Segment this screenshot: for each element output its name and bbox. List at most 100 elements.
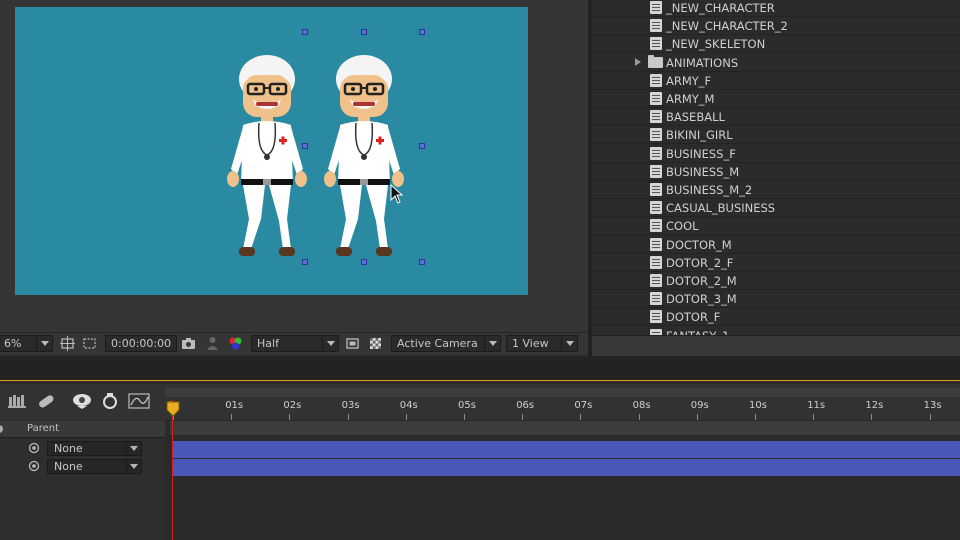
transform-handle-middle-left[interactable] (302, 143, 308, 149)
project-item-label: ANIMATIONS (666, 55, 739, 70)
parent-dropdown[interactable]: None (47, 441, 142, 456)
current-time-indicator-line[interactable] (172, 400, 173, 540)
show-snapshot-icon[interactable] (205, 336, 220, 351)
work-area-bar[interactable] (170, 421, 960, 435)
camera-snapshot-icon[interactable] (181, 336, 196, 351)
frame-blending-icon[interactable] (101, 392, 119, 410)
doctor-character-right[interactable] (318, 51, 410, 261)
project-item-label: COOL (666, 219, 699, 234)
project-item[interactable]: DOTOR_F (592, 308, 960, 327)
project-item-label: DOTOR_3_M (666, 292, 737, 307)
viewer-toolbar: 6% 0:00:00:00 Half Active Camera 1 View (0, 332, 590, 355)
project-item-label: DOTOR_F (666, 310, 721, 325)
composition-icon (650, 110, 662, 124)
composition-icon (650, 237, 662, 251)
composition-icon (650, 219, 662, 233)
project-item[interactable]: ARMY_M (592, 90, 960, 108)
region-of-interest-icon[interactable] (60, 336, 75, 351)
transform-handle-bottom-left[interactable] (302, 259, 308, 265)
composition-icon (650, 92, 662, 105)
pick-whip-icon[interactable] (28, 442, 40, 454)
timeline-tracks[interactable] (165, 420, 960, 540)
project-item[interactable]: ARMY_F (592, 72, 960, 90)
project-item[interactable]: CASUAL_BUSINESS (592, 199, 960, 218)
layer-duration-bar-1[interactable] (172, 441, 960, 458)
composition-icon (650, 310, 662, 324)
composition-icon (650, 292, 662, 306)
ruler-label: 06s (516, 400, 535, 411)
transform-handle-top-right[interactable] (419, 29, 425, 35)
transform-handle-bottom-right[interactable] (419, 259, 425, 265)
project-item[interactable]: _NEW_CHARACTER_2 (592, 17, 960, 36)
graph-editor-icon[interactable] (128, 392, 150, 410)
layer-list (0, 420, 165, 540)
ruler-label: 04s (399, 400, 418, 411)
layer-duration-bar-2[interactable] (172, 459, 960, 476)
view-layout-dropdown[interactable]: 1 View (506, 335, 578, 352)
resolution-dropdown[interactable]: Half (251, 335, 339, 352)
composition-viewer[interactable] (0, 0, 588, 332)
composition-icon (650, 128, 662, 142)
transform-handle-top-center[interactable] (361, 29, 367, 35)
project-item[interactable]: DOTOR_2_F (592, 254, 960, 272)
panel-separator (0, 356, 960, 380)
project-item-label: BIKINI_GIRL (666, 128, 733, 143)
resolution-value: Half (257, 337, 279, 350)
hide-shy-layers-icon[interactable] (71, 392, 93, 410)
show-channel-icon[interactable] (228, 336, 243, 351)
composition-icon (650, 274, 662, 287)
project-item[interactable]: DOCTOR_M (592, 236, 960, 254)
transform-handle-middle-right[interactable] (419, 143, 425, 149)
composition-mini-flowchart-icon[interactable] (8, 392, 28, 410)
layer-column-header: Parent (0, 421, 165, 438)
project-item[interactable]: DOTOR_2_M (592, 272, 960, 290)
project-item[interactable]: BIKINI_GIRL (592, 126, 960, 145)
composition-icon (650, 1, 662, 14)
fast-previews-icon[interactable] (345, 336, 360, 351)
project-item-label: DOCTOR_M (666, 237, 732, 252)
parent-value: None (54, 442, 83, 455)
pick-whip-icon[interactable] (28, 460, 40, 472)
transparency-grid-icon[interactable] (82, 336, 97, 351)
project-item[interactable]: FANTASY_1 (592, 327, 960, 335)
expand-triangle-icon[interactable] (635, 57, 641, 66)
time-navigator-bar[interactable] (165, 388, 960, 397)
ruler-label: 03s (341, 400, 360, 411)
project-item[interactable]: _NEW_SKELETON (592, 35, 960, 54)
project-item-label: ARMY_F (666, 73, 712, 88)
ruler-label: 08s (632, 400, 651, 411)
project-item-label: ARMY_M (666, 92, 715, 106)
project-item[interactable]: BUSINESS_F (592, 145, 960, 163)
project-item[interactable]: DOTOR_3_M (592, 290, 960, 309)
project-item[interactable]: BUSINESS_M (592, 163, 960, 181)
layer-row-2[interactable]: None (0, 458, 165, 476)
column-menu-icon[interactable] (0, 424, 5, 434)
transform-handle-bottom-center[interactable] (361, 259, 367, 265)
project-item-label: _NEW_CHARACTER (666, 1, 775, 15)
project-item[interactable]: COOL (592, 217, 960, 236)
composition-canvas[interactable] (15, 7, 528, 295)
ruler-label: 13s (923, 400, 942, 411)
project-panel[interactable]: _NEW_CHARACTER _NEW_CHARACTER_2 _NEW_SKELE… (592, 0, 960, 335)
ruler-label: 01s (225, 400, 244, 411)
camera-view-dropdown[interactable]: Active Camera (391, 335, 501, 352)
parent-value: None (54, 460, 83, 473)
project-item[interactable]: BUSINESS_M_2 (592, 181, 960, 199)
project-item-label: DOTOR_2_M (666, 274, 737, 288)
doctor-character-left[interactable] (221, 51, 313, 261)
toggle-transparency-grid-icon[interactable] (368, 336, 383, 351)
composition-icon (650, 201, 662, 215)
parent-dropdown[interactable]: None (47, 459, 142, 474)
current-time-indicator-head-icon[interactable] (166, 401, 180, 417)
project-item-label: BASEBALL (666, 110, 725, 125)
transform-handle-top-left[interactable] (302, 29, 308, 35)
project-item[interactable]: BASEBALL (592, 108, 960, 127)
project-folder[interactable]: ANIMATIONS (592, 54, 960, 72)
draft-3d-icon[interactable] (36, 392, 56, 410)
project-panel-footer (592, 335, 960, 357)
parent-column-label: Parent (27, 423, 60, 434)
current-time-field[interactable]: 0:00:00:00 (105, 335, 177, 352)
magnification-dropdown[interactable]: 6% (0, 335, 53, 352)
layer-row-1[interactable]: None (0, 440, 165, 458)
project-item[interactable]: _NEW_CHARACTER (592, 0, 960, 17)
